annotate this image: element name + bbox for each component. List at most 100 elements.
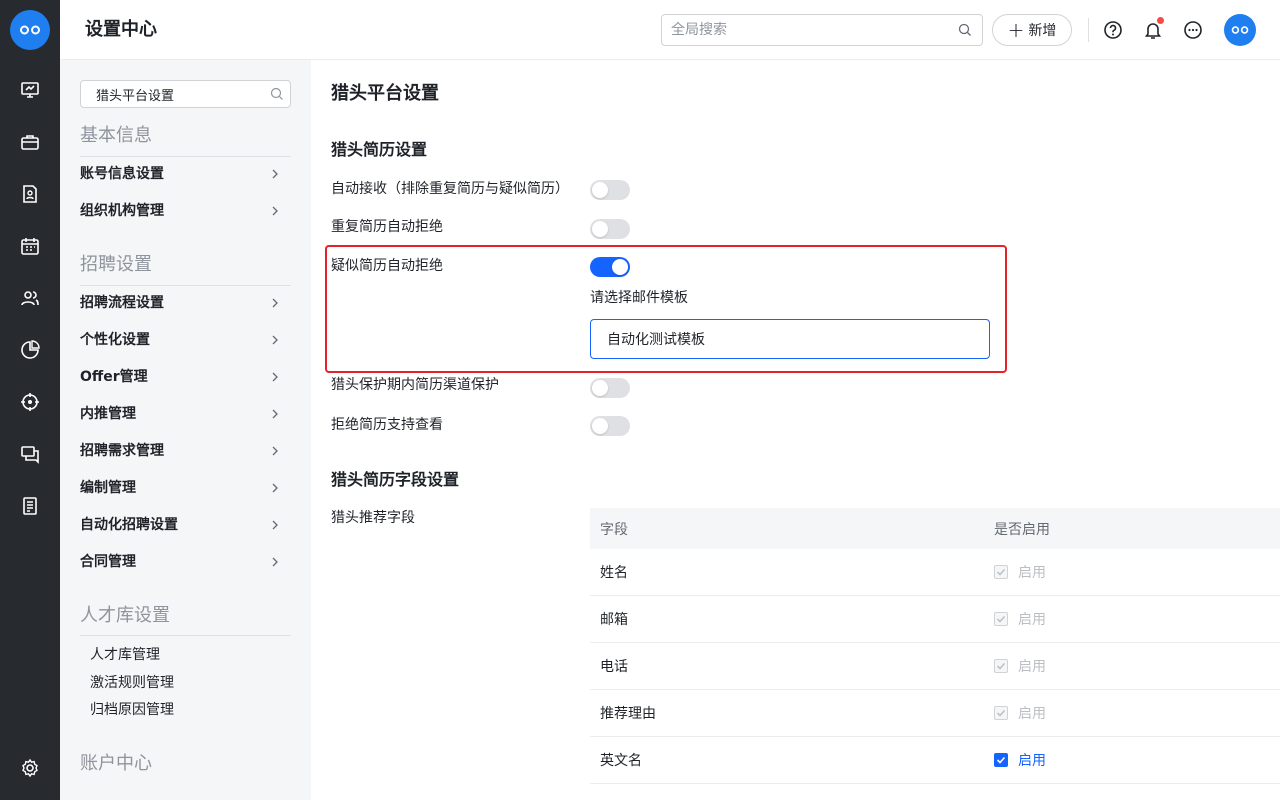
global-search-input[interactable]: [662, 15, 942, 45]
chevron-right-icon: [272, 335, 278, 345]
table-row: 姓名 启用: [590, 549, 1280, 596]
table-row: 推荐理由 启用: [590, 690, 1280, 737]
sidebar-item-offer[interactable]: Offer管理: [80, 365, 291, 389]
resume-icon[interactable]: [18, 182, 42, 206]
search-icon[interactable]: [958, 23, 972, 37]
plus-icon: +: [1007, 18, 1025, 42]
settings-gear-icon[interactable]: [18, 756, 42, 780]
add-new-label: 新增: [1028, 23, 1057, 39]
auto-receive-label: 自动接收（排除重复简历与疑似简历）: [331, 181, 569, 197]
chat-icon[interactable]: [18, 442, 42, 466]
checkbox-disabled: [994, 612, 1008, 626]
checkbox-checked[interactable]: [994, 753, 1008, 767]
chevron-right-icon: [272, 483, 278, 493]
more-options-icon[interactable]: [1183, 20, 1203, 40]
sidebar-search-input[interactable]: [81, 81, 261, 107]
page-title: 猎头平台设置: [331, 83, 439, 104]
toggle-knob: [592, 418, 608, 434]
sidebar-item-headcount[interactable]: 编制管理: [80, 476, 291, 500]
rejected-viewable-label: 拒绝简历支持查看: [331, 417, 443, 433]
user-avatar[interactable]: [1224, 14, 1256, 46]
notification-bell-icon[interactable]: [1143, 17, 1164, 40]
enable-label: 启用: [1018, 612, 1046, 628]
checkbox-disabled: [994, 565, 1008, 579]
monitor-icon[interactable]: [18, 78, 42, 102]
checkmark-icon: [996, 756, 1006, 764]
section-divider: [80, 156, 291, 157]
enable-checkbox: 启用: [994, 656, 1046, 676]
global-search[interactable]: [661, 14, 983, 46]
add-new-button[interactable]: + 新增: [992, 14, 1072, 46]
sidebar-item-org-structure[interactable]: 组织机构管理: [80, 199, 291, 223]
auto-receive-toggle[interactable]: [590, 180, 630, 200]
enable-checkbox: 启用: [994, 609, 1046, 629]
sidebar-item-talent-pool-manage[interactable]: 人才库管理: [90, 645, 160, 665]
sidebar-item-contract[interactable]: 合同管理: [80, 550, 291, 574]
email-template-input[interactable]: [590, 319, 990, 359]
section-title-basic-info: 基本信息: [80, 125, 152, 146]
toggle-knob: [612, 259, 628, 275]
help-icon[interactable]: [1103, 20, 1123, 40]
sidebar-item-label: 组织机构管理: [80, 203, 164, 219]
sidebar-item-personalization[interactable]: 个性化设置: [80, 328, 291, 352]
duplicate-reject-label: 重复简历自动拒绝: [331, 219, 443, 235]
channel-protect-toggle[interactable]: [590, 378, 630, 398]
notification-dot: [1157, 17, 1164, 24]
sidebar-item-label: 内推管理: [80, 406, 136, 422]
section-title-talent-pool: 人才库设置: [80, 605, 170, 626]
chevron-right-icon: [272, 372, 278, 382]
document-list-icon[interactable]: [18, 494, 42, 518]
app-logo[interactable]: [10, 10, 50, 50]
sidebar-item-activation-rules[interactable]: 激活规则管理: [90, 673, 174, 693]
section-title-account-center: 账户中心: [80, 753, 152, 774]
icon-rail: [0, 0, 60, 800]
duplicate-reject-toggle[interactable]: [590, 219, 630, 239]
sidebar-item-automation[interactable]: 自动化招聘设置: [80, 513, 291, 537]
field-settings-heading: 猎头简历字段设置: [331, 470, 460, 489]
sidebar-search[interactable]: [80, 80, 291, 108]
top-header: 设置中心 + 新增: [60, 0, 1280, 60]
logo-icon: [20, 25, 41, 35]
suspected-reject-toggle[interactable]: [590, 257, 630, 277]
chevron-right-icon: [272, 298, 278, 308]
sidebar-item-label: 合同管理: [80, 554, 136, 570]
chevron-right-icon: [272, 409, 278, 419]
sidebar-item-archive-reasons[interactable]: 归档原因管理: [90, 700, 174, 720]
checkmark-icon: [996, 709, 1006, 717]
sidebar-item-label: Offer管理: [80, 369, 148, 385]
chevron-right-icon: [272, 557, 278, 567]
rejected-viewable-toggle[interactable]: [590, 416, 630, 436]
chevron-right-icon: [272, 520, 278, 530]
sidebar-item-account-info[interactable]: 账号信息设置: [80, 162, 291, 186]
people-icon[interactable]: [18, 286, 42, 310]
pie-chart-icon[interactable]: [18, 338, 42, 362]
column-header-enabled: 是否启用: [994, 521, 1050, 538]
sidebar-item-label: 自动化招聘设置: [80, 517, 178, 533]
enable-label: 启用: [1018, 753, 1046, 769]
section-divider: [80, 285, 291, 286]
enable-checkbox[interactable]: 启用: [994, 750, 1046, 770]
field-name: 姓名: [600, 565, 628, 581]
sidebar-item-requirements[interactable]: 招聘需求管理: [80, 439, 291, 463]
sidebar-item-label: 账号信息设置: [80, 166, 164, 182]
sidebar-item-label: 个性化设置: [80, 332, 150, 348]
section-divider: [80, 635, 291, 636]
suspected-reject-label: 疑似简历自动拒绝: [331, 258, 443, 274]
section-title-recruit-settings: 招聘设置: [80, 254, 152, 275]
channel-protect-label: 猎头保护期内简历渠道保护: [331, 377, 499, 393]
field-name: 推荐理由: [600, 706, 656, 722]
chevron-right-icon: [272, 206, 278, 216]
sidebar-item-label: 招聘流程设置: [80, 295, 164, 311]
toggle-knob: [592, 221, 608, 237]
calendar-icon[interactable]: [18, 234, 42, 258]
enable-label: 启用: [1018, 706, 1046, 722]
headhunter-target-icon[interactable]: [18, 390, 42, 414]
search-icon[interactable]: [270, 87, 284, 101]
sidebar-item-referral[interactable]: 内推管理: [80, 402, 291, 426]
table-header: 字段 是否启用: [590, 508, 1280, 549]
avatar-logo-icon: [1231, 26, 1249, 34]
briefcase-icon[interactable]: [18, 130, 42, 154]
toggle-knob: [592, 380, 608, 396]
sidebar-item-recruit-process[interactable]: 招聘流程设置: [80, 291, 291, 315]
main-content: 猎头平台设置 猎头简历设置 自动接收（排除重复简历与疑似简历） 重复简历自动拒绝…: [311, 60, 1280, 800]
